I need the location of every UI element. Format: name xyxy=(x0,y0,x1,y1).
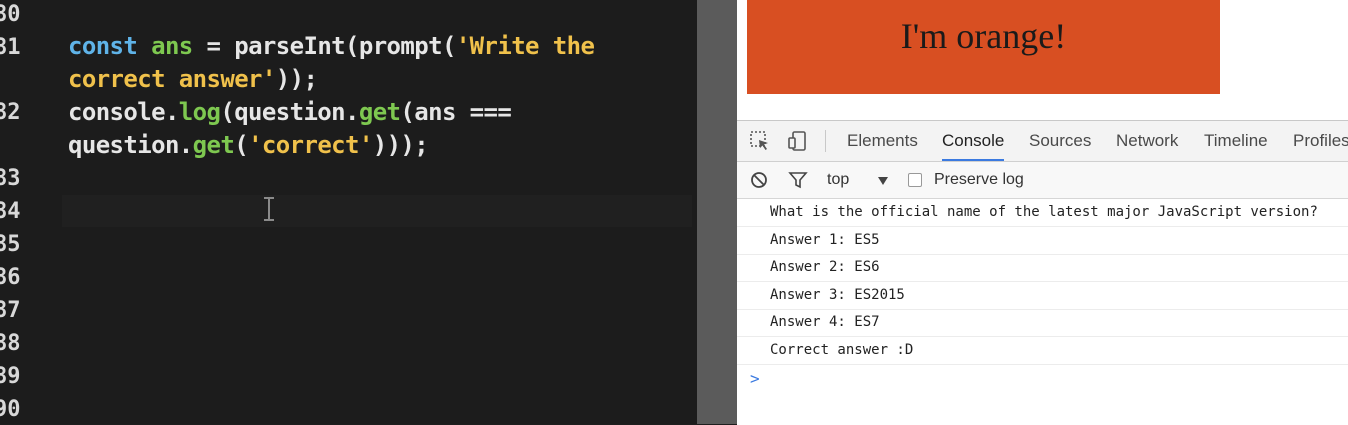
tab-console[interactable]: Console xyxy=(942,121,1005,161)
filter-icon[interactable] xyxy=(788,171,808,189)
inspect-element-icon[interactable] xyxy=(749,130,771,152)
tab-network[interactable]: Network xyxy=(1116,121,1178,161)
orange-box-text: I'm orange! xyxy=(900,16,1067,56)
string-literal: 'correct' xyxy=(248,131,373,159)
line-number: 90 xyxy=(0,397,21,422)
toolbar-divider xyxy=(825,130,826,152)
devtools-tab-bar: Elements Console Sources Network Timelin… xyxy=(737,121,1348,162)
device-mode-icon[interactable] xyxy=(787,130,809,152)
code-line-82b: question.get('correct'))); xyxy=(68,131,429,159)
console-message-text: Answer 3: ES2015 xyxy=(770,287,905,303)
console-message: Answer 3: ES2015 xyxy=(737,282,1348,310)
tab-sources[interactable]: Sources xyxy=(1029,121,1091,161)
context-selector[interactable]: top xyxy=(827,162,849,198)
pane-splitter[interactable] xyxy=(697,0,737,424)
code-line-81a: const ans = parseInt(prompt('Write the xyxy=(68,32,595,60)
code-text: (question. xyxy=(220,98,359,126)
clear-console-icon[interactable] xyxy=(750,171,768,189)
code-line-81b: correct answer')); xyxy=(68,65,318,93)
browser-viewport: I'm orange! Elements Console Sources Net… xyxy=(737,0,1348,425)
console-message: Answer 1: ES5 xyxy=(737,227,1348,255)
console-message-text: Correct answer :D xyxy=(770,342,914,358)
console-prompt-icon[interactable]: > xyxy=(750,369,760,388)
tab-timeline[interactable]: Timeline xyxy=(1204,121,1268,161)
code-text: ( xyxy=(234,131,249,159)
line-number: 82 xyxy=(0,100,21,125)
code-text: console. xyxy=(68,98,179,126)
console-message-text: Answer 4: ES7 xyxy=(770,314,880,330)
console-toolbar: top Preserve log xyxy=(737,162,1348,199)
code-text: question. xyxy=(68,131,193,159)
line-number: 80 xyxy=(0,2,21,27)
code-editor[interactable]: 80 81 82 83 84 85 86 87 88 89 90 const a… xyxy=(0,0,697,424)
string-literal: 'Write the xyxy=(455,32,595,60)
tab-elements[interactable]: Elements xyxy=(847,121,918,161)
line-number: 86 xyxy=(0,265,21,290)
method-name: get xyxy=(192,131,235,159)
method-name: log xyxy=(178,98,221,126)
line-number: 87 xyxy=(0,298,21,323)
line-number: 89 xyxy=(0,364,21,389)
devtools-panel: Elements Console Sources Network Timelin… xyxy=(737,120,1348,425)
string-literal: correct answer' xyxy=(68,65,276,93)
line-number: 85 xyxy=(0,232,21,257)
console-message-text: What is the official name of the latest … xyxy=(770,204,1318,220)
console-message: What is the official name of the latest … xyxy=(737,199,1348,227)
console-message-text: Answer 1: ES5 xyxy=(770,232,880,248)
console-message: Answer 2: ES6 xyxy=(737,254,1348,282)
line-number: 81 xyxy=(0,35,21,60)
tab-profiles[interactable]: Profiles xyxy=(1293,121,1348,161)
console-message-text: Answer 2: ES6 xyxy=(770,259,880,275)
preserve-log-label: Preserve log xyxy=(934,171,1024,188)
code-text: (ans === xyxy=(400,98,512,126)
code-text: )); xyxy=(275,65,318,93)
code-line-82a: console.log(question.get(ans === xyxy=(68,98,512,126)
variable: ans xyxy=(151,32,193,60)
line-number: 84 xyxy=(0,199,21,224)
code-text: = parseInt(prompt( xyxy=(192,32,457,60)
console-message: Answer 4: ES7 xyxy=(737,309,1348,337)
orange-box: I'm orange! xyxy=(747,0,1220,94)
keyword: const xyxy=(68,32,138,60)
current-line-highlight xyxy=(62,195,692,227)
console-message: Correct answer :D xyxy=(737,337,1348,365)
text-cursor-icon xyxy=(264,197,274,221)
code-text: ))); xyxy=(372,131,429,159)
line-number: 83 xyxy=(0,166,21,191)
dropdown-arrow-icon[interactable] xyxy=(877,176,889,186)
line-number: 88 xyxy=(0,331,21,356)
preserve-log-checkbox[interactable] xyxy=(908,173,922,187)
method-name: get xyxy=(358,98,401,126)
